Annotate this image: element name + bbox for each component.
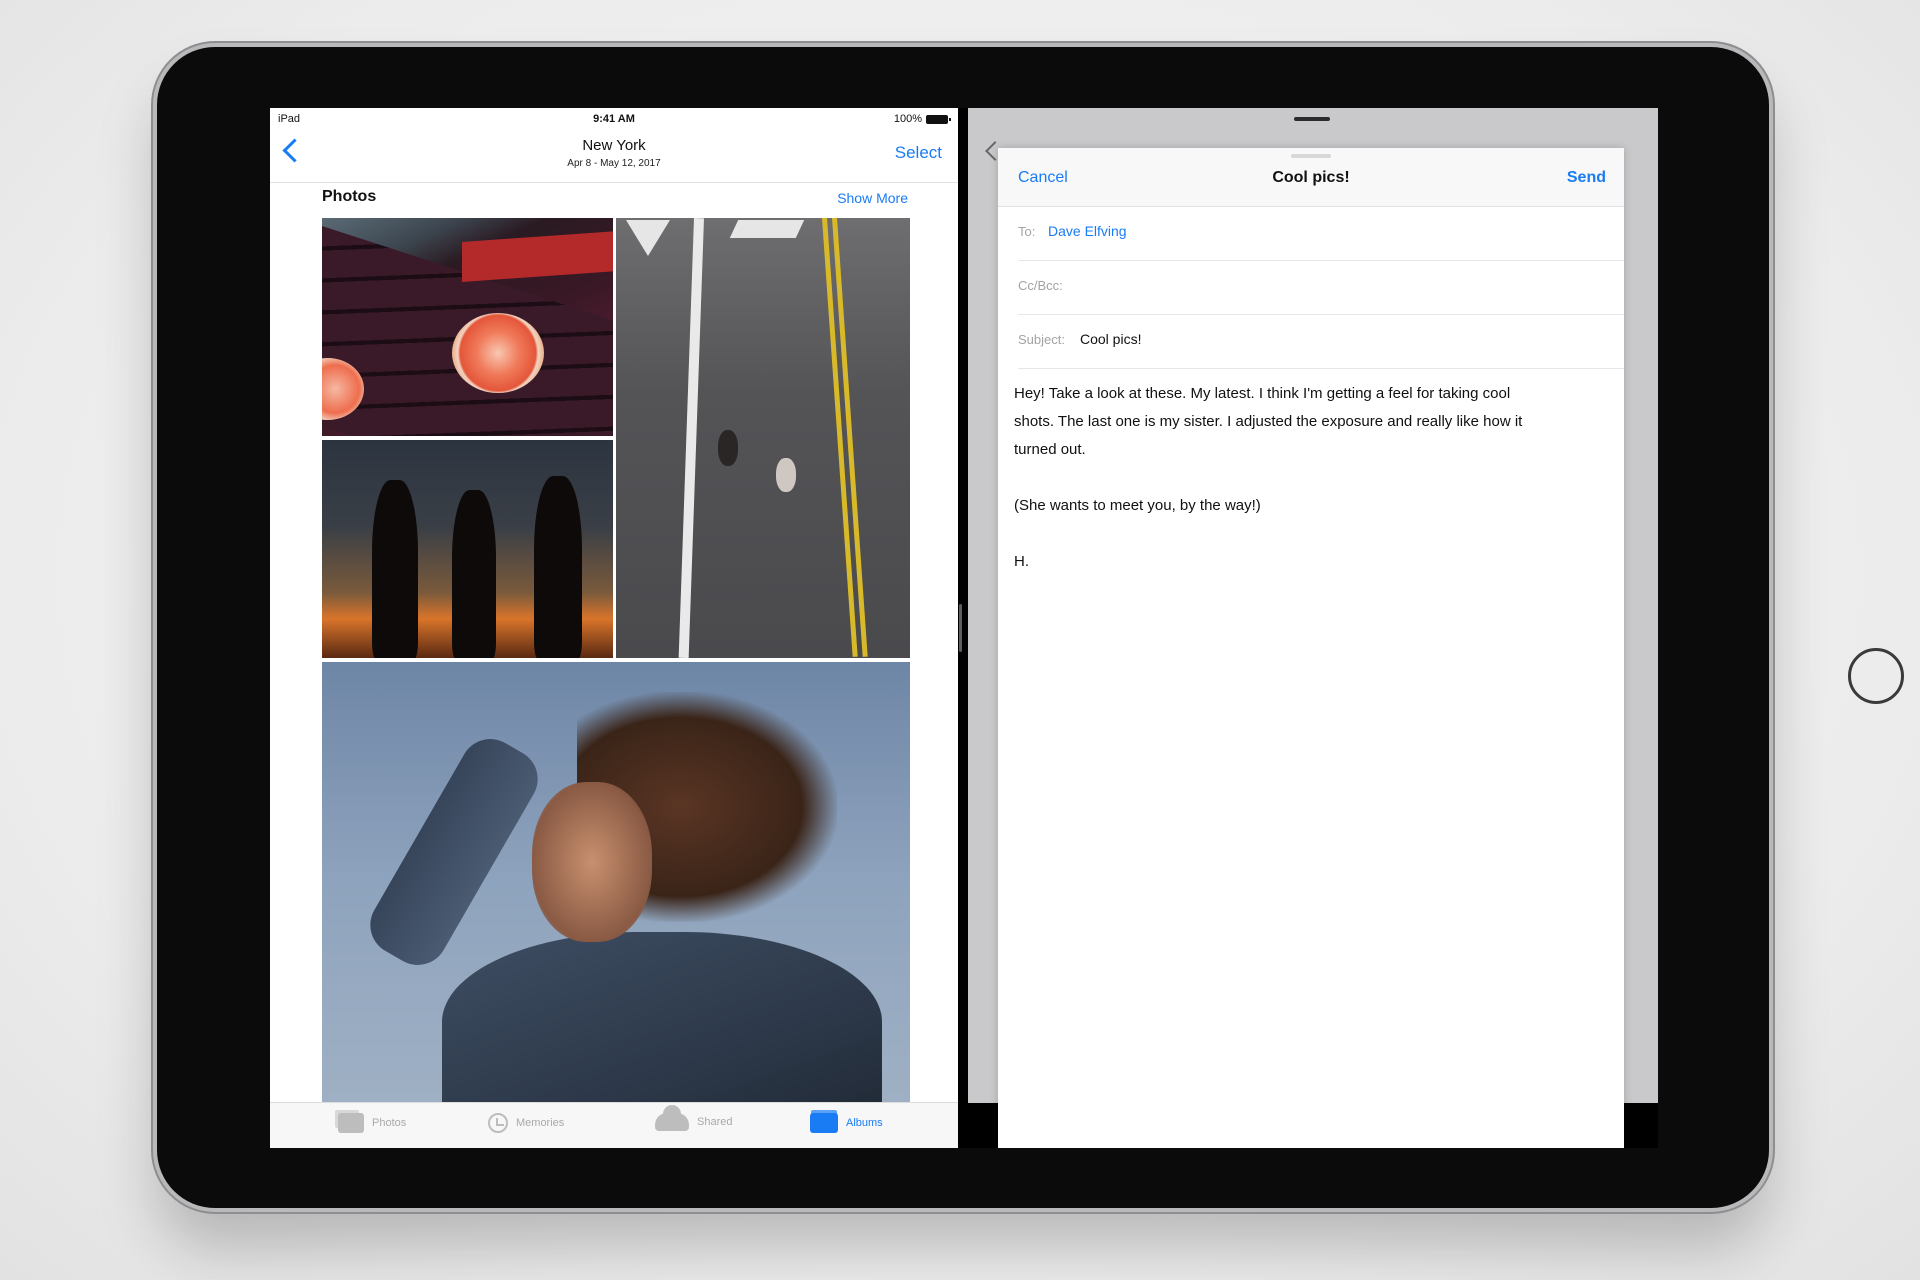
photo-detail bbox=[534, 476, 582, 658]
split-view-divider-handle[interactable] bbox=[959, 604, 962, 652]
sheet-grab-handle[interactable] bbox=[1291, 154, 1331, 158]
status-bar: iPad 9:41 AM 100% bbox=[270, 108, 958, 130]
compose-title: Cool pics! bbox=[1272, 169, 1350, 186]
compose-header: Cancel Cool pics! Send bbox=[998, 148, 1624, 207]
photo-thumbnail-silhouettes[interactable] bbox=[322, 440, 613, 658]
photo-detail bbox=[462, 230, 613, 282]
mail-compose-sheet: Cancel Cool pics! Send To: Dave Elfving … bbox=[998, 148, 1624, 1148]
tab-shared[interactable]: Shared bbox=[655, 1105, 733, 1131]
to-field[interactable]: To: Dave Elfving bbox=[1018, 206, 1624, 261]
tab-label: Shared bbox=[697, 1116, 733, 1128]
memories-icon bbox=[488, 1113, 508, 1133]
albums-icon bbox=[810, 1113, 838, 1133]
album-title: New York bbox=[582, 137, 646, 154]
photos-section-title: Photos bbox=[322, 188, 377, 205]
tab-photos[interactable]: Photos bbox=[338, 1113, 406, 1133]
cc-bcc-field[interactable]: Cc/Bcc: bbox=[1018, 260, 1624, 315]
recipient-token[interactable]: Dave Elfving bbox=[1048, 223, 1127, 239]
photos-tab-bar: Photos Memories Shared Albums bbox=[270, 1102, 958, 1148]
photos-app: iPad 9:41 AM 100% New York Apr 8 - May 1… bbox=[270, 108, 958, 1148]
body-blank-line bbox=[1014, 464, 1614, 492]
battery-icon bbox=[926, 114, 951, 124]
tab-memories[interactable]: Memories bbox=[488, 1113, 564, 1133]
tab-albums[interactable]: Albums bbox=[810, 1113, 883, 1133]
status-time: 9:41 AM bbox=[593, 113, 635, 125]
tab-label: Memories bbox=[516, 1117, 565, 1129]
photos-nav-bar: New York Apr 8 - May 12, 2017 Select bbox=[270, 130, 958, 183]
subject-field[interactable]: Subject: Cool pics! bbox=[1018, 314, 1624, 369]
body-line: shots. The last one is my sister. I adju… bbox=[1014, 413, 1523, 430]
photo-detail bbox=[372, 480, 418, 658]
photo-detail bbox=[626, 220, 670, 256]
cloud-icon bbox=[655, 1105, 689, 1131]
photo-detail bbox=[776, 458, 796, 492]
message-body[interactable]: Hey! Take a look at these. My latest. I … bbox=[1014, 380, 1614, 576]
subject-value[interactable]: Cool pics! bbox=[1080, 331, 1141, 347]
photo-detail bbox=[718, 430, 738, 466]
to-label: To: bbox=[1018, 224, 1036, 239]
body-line: Hey! Take a look at these. My latest. I … bbox=[1014, 385, 1511, 402]
show-more-link[interactable]: Show More bbox=[837, 190, 908, 206]
tab-label: Photos bbox=[372, 1117, 407, 1129]
home-button[interactable] bbox=[1848, 648, 1904, 704]
body-line: turned out. bbox=[1014, 441, 1086, 458]
photo-thumbnail-street[interactable] bbox=[616, 218, 910, 658]
body-blank-line bbox=[1014, 520, 1614, 548]
photos-icon bbox=[338, 1113, 364, 1133]
photo-detail bbox=[532, 782, 652, 942]
subject-label: Subject: bbox=[1018, 332, 1065, 347]
photo-detail bbox=[729, 220, 805, 238]
tab-label: Albums bbox=[846, 1117, 883, 1129]
photo-detail bbox=[678, 218, 704, 658]
photo-thumbnail-grapefruit[interactable] bbox=[322, 218, 613, 436]
battery-status: 100% bbox=[893, 113, 951, 125]
cc-bcc-label: Cc/Bcc: bbox=[1018, 278, 1063, 293]
ipad-screen: iPad 9:41 AM 100% New York Apr 8 - May 1… bbox=[270, 108, 1658, 1148]
photo-detail bbox=[452, 313, 544, 393]
send-button[interactable]: Send bbox=[1567, 169, 1606, 187]
photo-thumbnail-portrait[interactable] bbox=[322, 662, 910, 1102]
battery-percent: 100% bbox=[893, 113, 922, 125]
photo-detail bbox=[359, 728, 549, 976]
photo-detail bbox=[442, 932, 882, 1102]
body-line: (She wants to meet you, by the way!) bbox=[1014, 497, 1261, 514]
photo-detail bbox=[452, 490, 496, 658]
select-button[interactable]: Select bbox=[895, 143, 942, 163]
album-date-range: Apr 8 - May 12, 2017 bbox=[567, 158, 661, 169]
body-signature: H. bbox=[1014, 553, 1029, 570]
app-grab-handle[interactable] bbox=[1294, 117, 1330, 121]
